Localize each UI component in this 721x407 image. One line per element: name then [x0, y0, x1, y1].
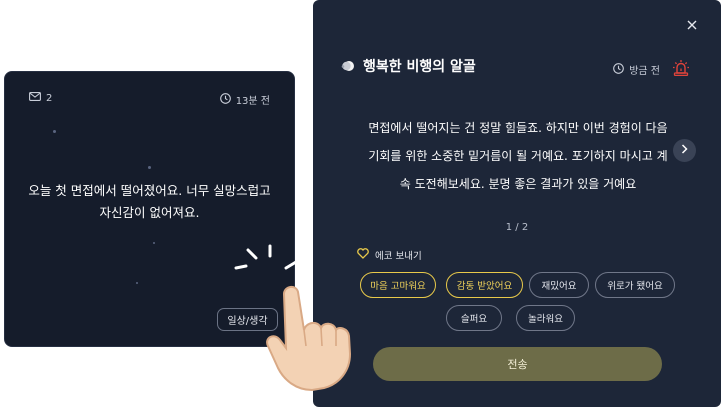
- reply-author: 행복한 비행의 알골: [363, 59, 476, 75]
- clock-icon: [613, 62, 625, 77]
- echo-chip-thanks[interactable]: 마음 고마워요: [360, 272, 436, 298]
- tap-hand-icon: [234, 244, 352, 392]
- post-time-value: 13분 전: [235, 96, 270, 107]
- star-decoration: [53, 130, 56, 133]
- chevron-right-icon: [681, 143, 688, 158]
- post-time: 13분 전: [219, 92, 270, 107]
- echo-chip-surprised[interactable]: 놀라워요: [516, 305, 575, 331]
- post-text: 오늘 첫 면접에서 떨어졌어요. 너무 실망스럽고 자신감이 없어져요.: [28, 183, 271, 220]
- send-button[interactable]: 전송: [373, 347, 662, 381]
- reply-panel: 행복한 비행의 알골 방금 전 면접에서 떨어지는 건 정말 힘들죠. 하지만 …: [313, 0, 721, 407]
- clock-icon: [219, 92, 231, 107]
- echo-chip-comforted[interactable]: 위로가 됐어요: [595, 272, 675, 298]
- letter-count-value: 2: [46, 92, 53, 104]
- reply-time-value: 방금 전: [629, 66, 660, 77]
- moon-avatar-icon: [341, 57, 355, 76]
- echo-label: 에코 보내기: [375, 251, 422, 262]
- echo-chip-moved[interactable]: 감동 받았어요: [446, 272, 523, 298]
- star-decoration: [153, 242, 155, 244]
- echo-chip-fun[interactable]: 재밌어요: [529, 272, 589, 298]
- reply-time: 방금 전: [613, 58, 691, 81]
- reply-text: 면접에서 떨어지는 건 정말 힘들죠. 하지만 이번 경험이 다음 기회를 위한…: [368, 121, 668, 191]
- siren-icon[interactable]: [671, 58, 691, 81]
- echo-send-row: 에코 보내기: [357, 248, 422, 262]
- mail-icon: [29, 92, 41, 104]
- reply-header: 행복한 비행의 알골: [341, 56, 476, 76]
- next-page-button[interactable]: [673, 139, 696, 162]
- page-indicator: 1 / 2: [505, 222, 529, 233]
- letter-count: 2: [29, 92, 52, 104]
- star-decoration: [148, 166, 151, 169]
- star-decoration: [136, 282, 138, 284]
- close-button[interactable]: [687, 18, 697, 33]
- close-icon: [687, 16, 697, 34]
- echo-chip-sad[interactable]: 슬퍼요: [446, 305, 502, 331]
